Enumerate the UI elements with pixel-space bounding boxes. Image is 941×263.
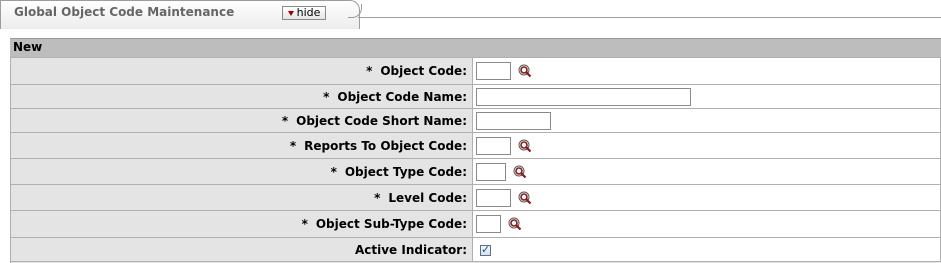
field-row-object-code-short-name: * Object Code Short Name: [10, 108, 941, 133]
section-header [10, 38, 941, 57]
field-label: Object Sub-Type Code: [315, 217, 467, 231]
field-label: Object Code Name: [337, 89, 467, 104]
field-value-cell [472, 84, 941, 109]
section-title: New [13, 40, 43, 54]
field-value-cell [472, 158, 941, 185]
required-marker: * [366, 64, 373, 78]
reports-to-object-code-input[interactable] [476, 136, 511, 155]
object-code-input[interactable] [476, 62, 511, 80]
field-row-reports-to-object-code: * Reports To Object Code: [10, 132, 941, 159]
required-marker: * [374, 190, 381, 205]
hide-button[interactable]: hide [282, 6, 326, 20]
level-code-input[interactable] [476, 188, 511, 207]
field-label-cell: * Reports To Object Code: [10, 132, 473, 159]
lookup-icon[interactable] [518, 191, 532, 205]
field-value-cell: ✓ [472, 237, 941, 262]
tab-header: Global Object Code Maintenance hide [0, 0, 941, 30]
required-marker: * [330, 164, 337, 179]
field-label-cell: * Level Code: [10, 184, 473, 211]
field-row-active-indicator: Active Indicator: ✓ [10, 237, 941, 262]
field-value-cell [472, 132, 941, 159]
field-row-level-code: * Level Code: [10, 184, 941, 211]
field-value-cell [472, 210, 941, 238]
field-value-cell [472, 108, 941, 133]
maintenance-panel: Global Object Code Maintenance hide New … [0, 0, 941, 263]
field-row-object-sub-type-code: * Object Sub-Type Code: [10, 210, 941, 238]
lookup-icon[interactable] [513, 165, 527, 179]
field-label: Active Indicator: [354, 242, 467, 257]
lookup-icon[interactable] [518, 139, 532, 153]
required-marker: * [289, 138, 297, 153]
tab-title: Global Object Code Maintenance [14, 5, 235, 19]
field-label-cell: Active Indicator: [10, 237, 473, 262]
field-label-cell: * Object Sub-Type Code: [10, 210, 473, 238]
field-label-cell: * Object Code Short Name: [10, 108, 473, 133]
field-label-cell: * Object Code Name: [10, 84, 473, 109]
fields-table: * Object Code: * Object Code Name: * Object… [10, 57, 941, 262]
field-label-cell: * Object Type Code: [10, 158, 473, 185]
required-marker: * [323, 89, 330, 104]
field-value-cell [472, 184, 941, 211]
active-indicator-checkbox[interactable]: ✓ [480, 242, 491, 256]
field-value-cell [472, 57, 941, 85]
tab-divider [358, 17, 941, 18]
field-row-object-type-code: * Object Type Code: [10, 158, 941, 185]
field-row-object-code-name: * Object Code Name: [10, 84, 941, 109]
check-mark-icon: ✓ [481, 242, 491, 256]
lookup-icon[interactable] [508, 217, 522, 231]
field-label: Reports To Object Code: [304, 138, 467, 153]
triangle-down-icon [287, 10, 294, 16]
object-type-code-input[interactable] [476, 162, 506, 181]
field-label: Object Type Code: [344, 164, 467, 179]
object-code-short-name-input[interactable] [476, 111, 551, 130]
field-row-object-code: * Object Code: [10, 57, 941, 85]
required-marker: * [301, 217, 308, 231]
field-label: Object Code Short Name: [296, 113, 467, 128]
object-code-name-input[interactable] [476, 87, 691, 106]
field-label: Level Code: [388, 190, 467, 205]
field-label-cell: * Object Code: [10, 57, 473, 85]
field-label: Object Code: [380, 64, 467, 78]
object-sub-type-code-input[interactable] [476, 215, 501, 233]
lookup-icon[interactable] [518, 64, 532, 78]
hide-button-label: hide [296, 6, 321, 19]
required-marker: * [281, 113, 289, 128]
